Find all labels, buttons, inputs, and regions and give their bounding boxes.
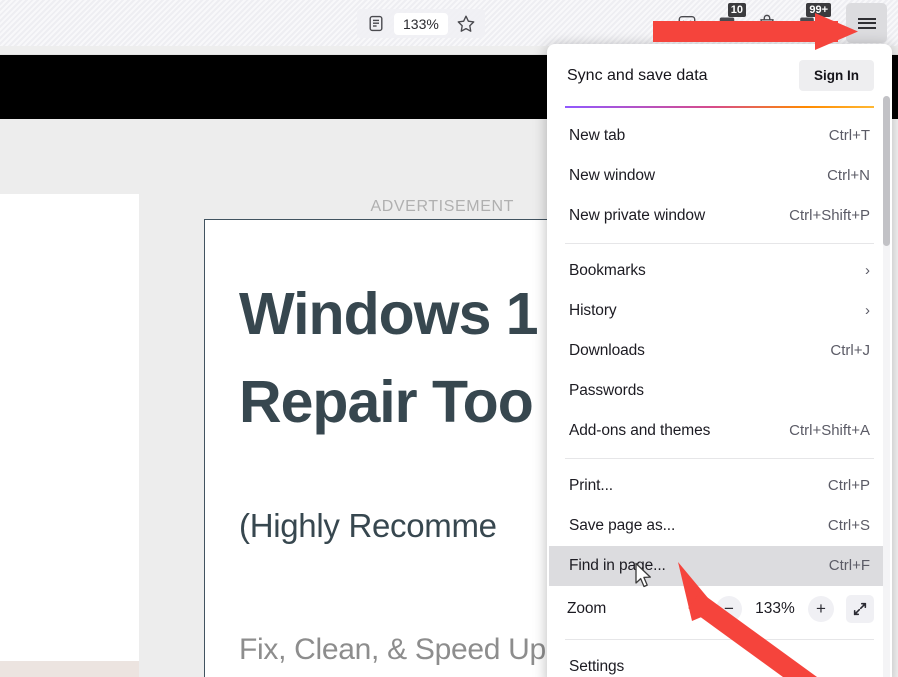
menu-item-downloads[interactable]: Downloads Ctrl+J: [549, 331, 890, 371]
hamburger-icon: [857, 15, 876, 31]
ad-body-line1: Fix, Clean, & Speed Up: [239, 633, 546, 666]
menu-item-label: Passwords: [569, 381, 644, 399]
menu-item-addons-and-themes[interactable]: Add-ons and themes Ctrl+Shift+A: [549, 411, 890, 451]
menu-item-label: Bookmarks: [569, 261, 646, 279]
menu-item-accel: Ctrl+Shift+A: [789, 422, 870, 439]
menu-item-label: Downloads: [569, 341, 645, 359]
page-zoom-badge[interactable]: 133%: [394, 12, 448, 35]
mouse-cursor: [635, 562, 651, 588]
chevron-right-icon: ›: [865, 262, 870, 279]
notifications-icon[interactable]: 99+: [792, 3, 831, 38]
chevron-right-icon: ›: [865, 302, 870, 319]
menu-scrollbar[interactable]: [883, 96, 890, 677]
left-promo-block[interactable]: [0, 661, 139, 677]
advertisement-card[interactable]: Windows 1 Repair Too (Highly Recomme Fix…: [204, 219, 549, 677]
menu-item-settings[interactable]: Settings: [549, 647, 890, 677]
reader-view-icon[interactable]: [363, 11, 389, 37]
advertisement-label: ADVERTISEMENT: [370, 198, 514, 215]
fullscreen-expand-icon[interactable]: [846, 594, 874, 623]
application-menu-panel: Sync and save data Sign In New tab Ctrl+…: [547, 44, 892, 677]
menu-item-accel: Ctrl+S: [827, 517, 870, 534]
urlbar-right-controls: 133%: [357, 9, 485, 38]
toolbar-extension-icons: 10 99+: [672, 3, 831, 38]
ad-subheading: (Highly Recomme: [239, 507, 497, 544]
zoom-level-value[interactable]: 133%: [754, 600, 796, 618]
hamburger-menu-button[interactable]: [846, 3, 887, 43]
menu-separator: [565, 638, 874, 640]
menu-item-label: Settings: [569, 657, 625, 675]
sign-in-button[interactable]: Sign In: [799, 60, 874, 91]
menu-item-accel: Ctrl+P: [827, 477, 870, 494]
left-content-column: [0, 194, 139, 677]
menu-row-zoom: Zoom − 133% +: [547, 586, 892, 632]
menu-item-label: New tab: [569, 126, 626, 144]
zoom-label: Zoom: [567, 599, 607, 617]
menu-item-accel: Ctrl+N: [827, 167, 870, 184]
menu-item-new-private-window[interactable]: New private window Ctrl+Shift+P: [549, 196, 890, 236]
zoom-controls: − 133% +: [716, 594, 874, 623]
ad-heading-line1: Windows 1: [239, 281, 539, 347]
extension-badge-count: 10: [727, 3, 746, 17]
menu-item-label: Save page as...: [569, 516, 676, 534]
menu-item-find-in-page[interactable]: Find in page... Ctrl+F: [549, 545, 890, 586]
zoom-in-button[interactable]: +: [808, 595, 834, 622]
shopping-bag-icon[interactable]: [752, 8, 782, 38]
zoom-out-button[interactable]: −: [716, 595, 742, 622]
menu-item-accel: Ctrl+F: [828, 557, 870, 574]
menu-item-save-page-as[interactable]: Save page as... Ctrl+S: [549, 506, 890, 546]
menu-item-label: Add-ons and themes: [569, 421, 711, 439]
menu-item-accel: Ctrl+J: [830, 342, 870, 359]
extension-icon[interactable]: 10: [712, 3, 746, 38]
menu-item-history[interactable]: History ›: [549, 291, 890, 331]
menu-item-new-window[interactable]: New window Ctrl+N: [549, 156, 890, 196]
sync-title: Sync and save data: [567, 66, 708, 84]
menu-item-label: History: [569, 301, 617, 319]
menu-item-label: New private window: [569, 206, 706, 224]
menu-separator: [565, 242, 874, 244]
ad-body-line2: Windows 10: [239, 672, 399, 677]
menu-separator: [565, 457, 874, 459]
browser-toolbar: 133% 10 99+: [0, 0, 898, 46]
menu-item-new-tab[interactable]: New tab Ctrl+T: [549, 116, 890, 156]
pocket-icon[interactable]: [672, 8, 702, 38]
menu-header-sync[interactable]: Sync and save data Sign In: [547, 44, 892, 106]
menu-item-label: New window: [569, 166, 656, 184]
menu-item-label: Print...: [569, 476, 613, 494]
ad-heading-line2: Repair Too: [239, 369, 534, 435]
notifications-badge-count: 99+: [806, 3, 831, 17]
menu-item-print[interactable]: Print... Ctrl+P: [549, 466, 890, 506]
menu-item-accel: Ctrl+Shift+P: [789, 207, 870, 224]
menu-scrollbar-thumb[interactable]: [883, 96, 890, 246]
star-bookmark-icon[interactable]: [453, 11, 479, 37]
menu-item-accel: Ctrl+T: [828, 127, 870, 144]
menu-item-bookmarks[interactable]: Bookmarks ›: [549, 251, 890, 291]
menu-item-passwords[interactable]: Passwords: [549, 371, 890, 411]
